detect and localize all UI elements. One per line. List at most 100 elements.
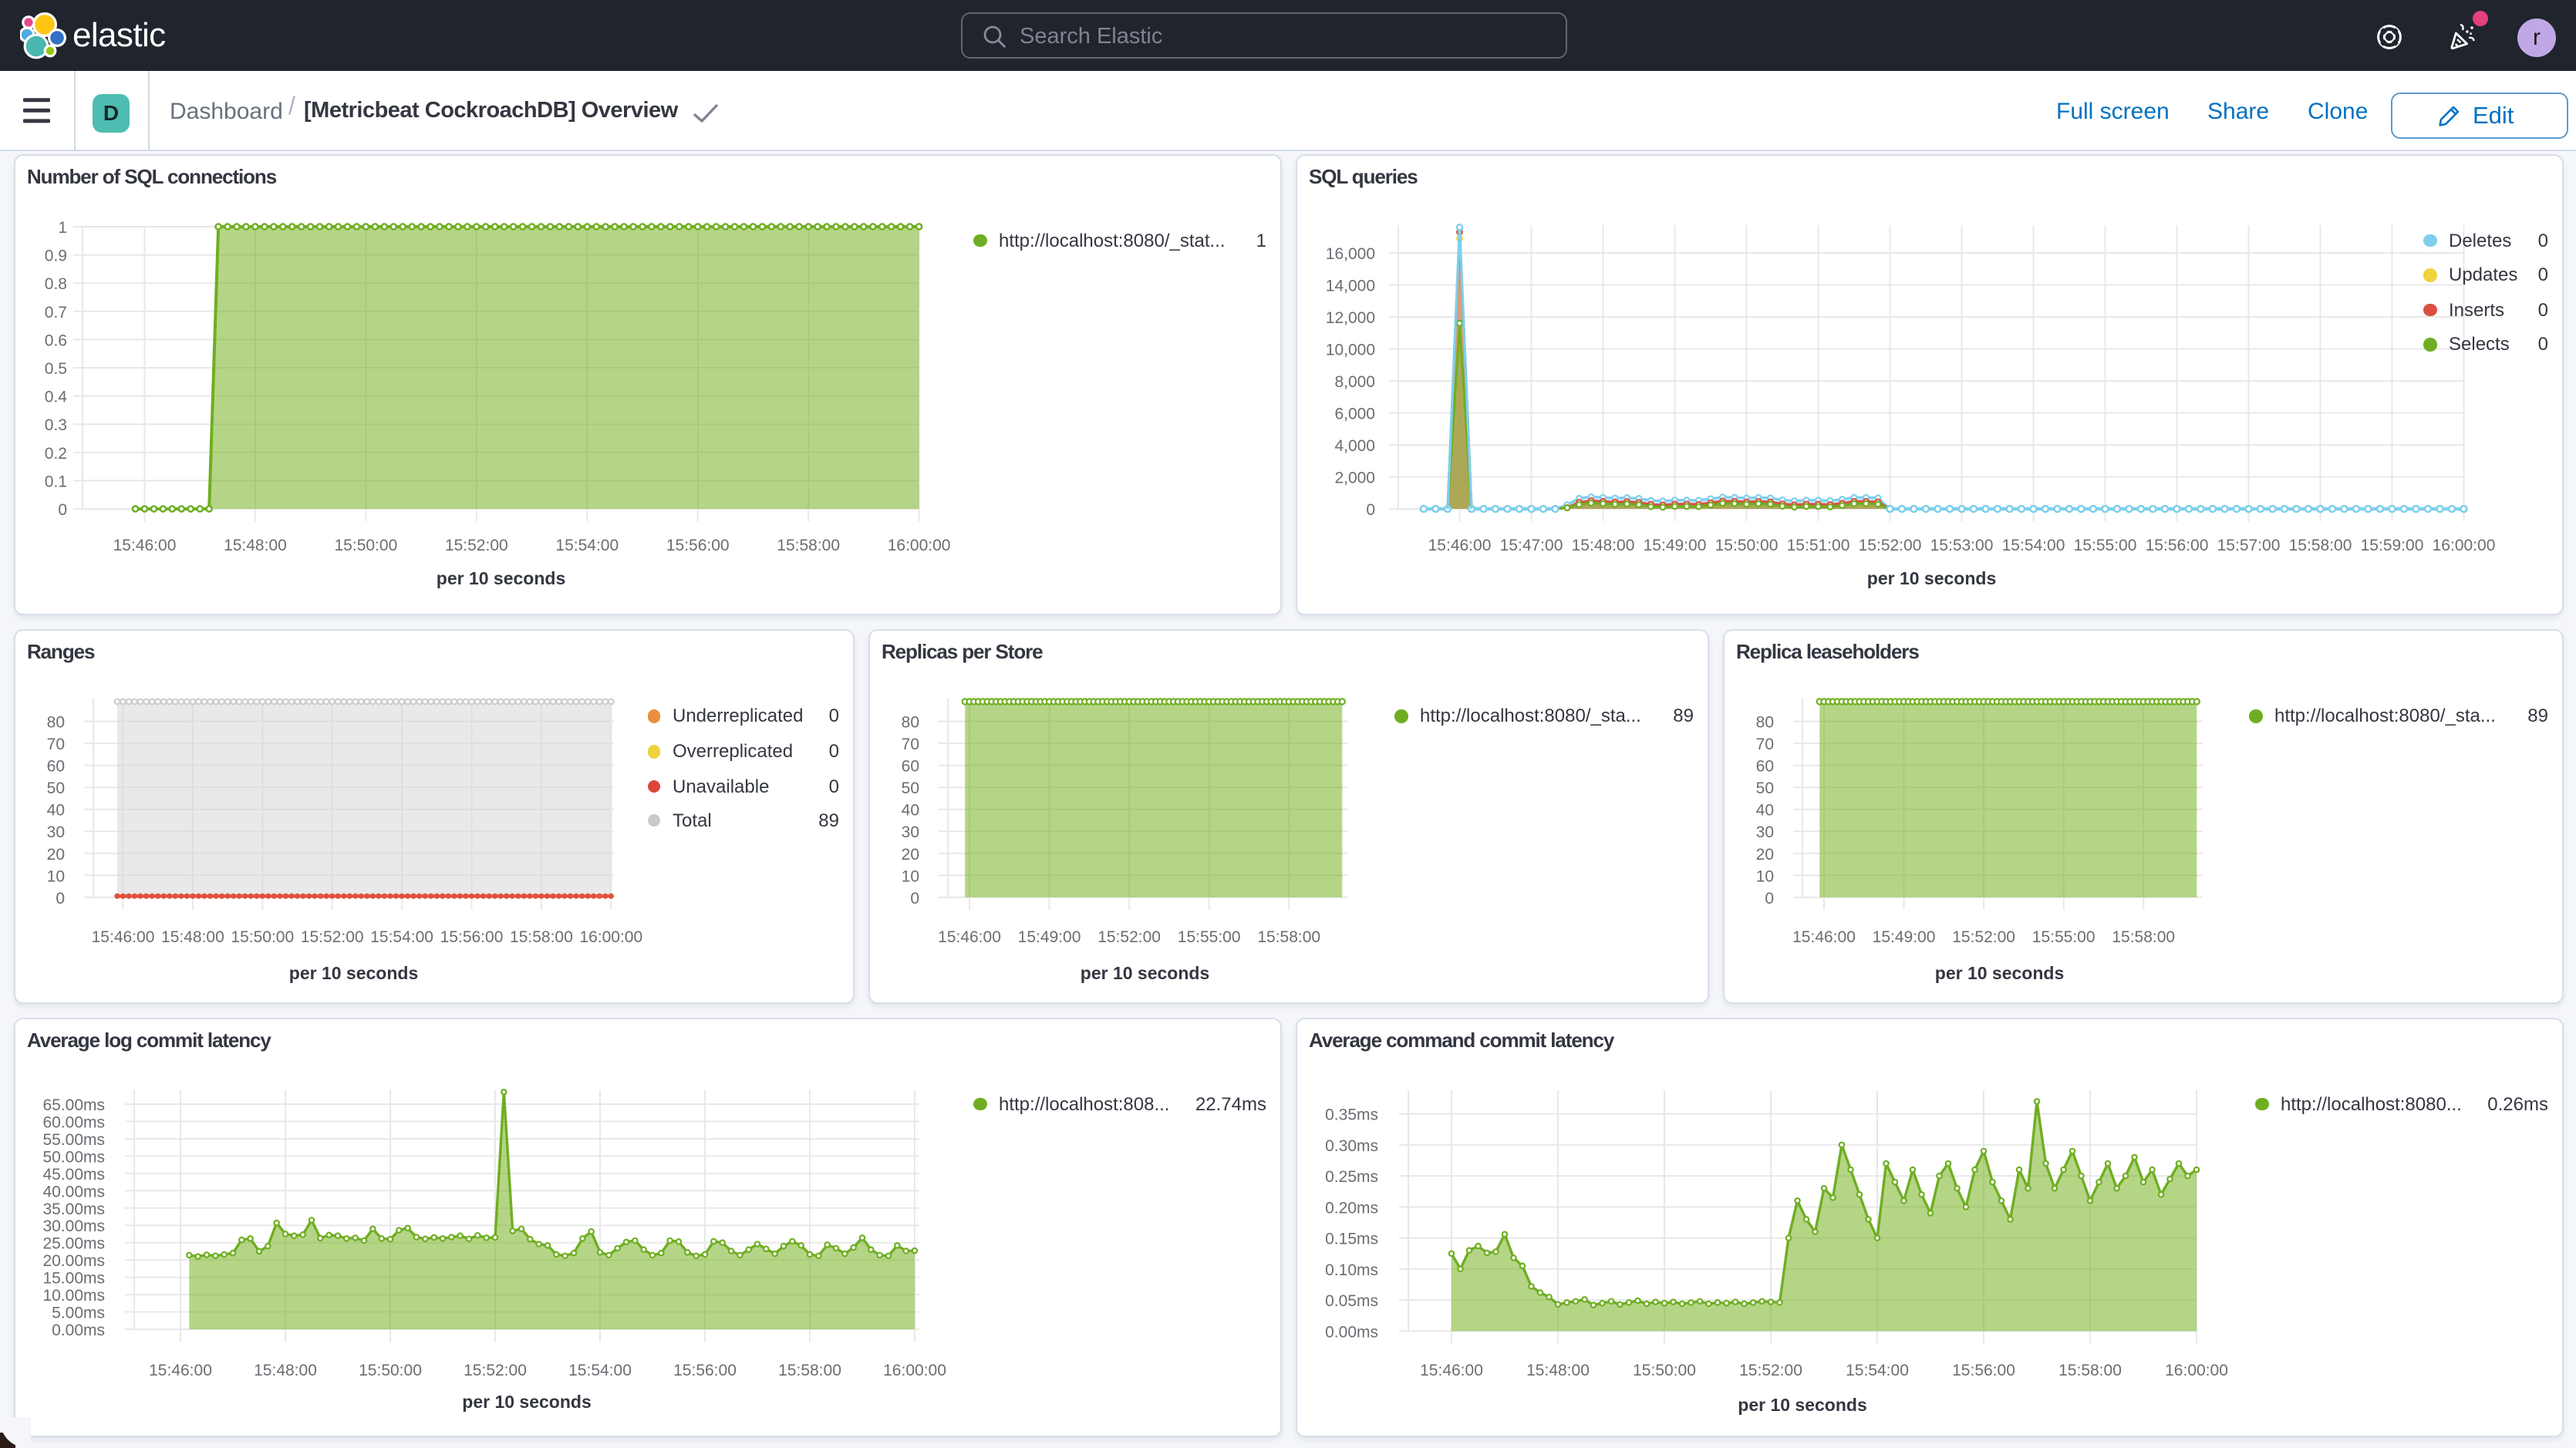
svg-text:15:55:00: 15:55:00 bbox=[2073, 536, 2136, 554]
svg-text:0.7: 0.7 bbox=[44, 303, 66, 321]
svg-text:0: 0 bbox=[1365, 500, 1374, 518]
svg-text:0.2: 0.2 bbox=[44, 444, 66, 462]
svg-text:80: 80 bbox=[901, 713, 919, 731]
svg-text:15:55:00: 15:55:00 bbox=[2031, 928, 2095, 945]
svg-text:15:49:00: 15:49:00 bbox=[1872, 928, 1935, 945]
svg-text:0.3: 0.3 bbox=[44, 416, 66, 433]
svg-text:15:58:00: 15:58:00 bbox=[1256, 928, 1320, 945]
svg-text:0.05ms: 0.05ms bbox=[1324, 1291, 1377, 1309]
svg-text:40: 40 bbox=[1755, 801, 1773, 819]
svg-text:15:48:00: 15:48:00 bbox=[253, 1361, 316, 1379]
svg-text:20.00ms: 20.00ms bbox=[42, 1251, 104, 1269]
svg-text:15:50:00: 15:50:00 bbox=[1632, 1361, 1695, 1379]
svg-text:15:46:00: 15:46:00 bbox=[937, 928, 1000, 945]
svg-text:2,000: 2,000 bbox=[1334, 469, 1374, 487]
svg-text:14,000: 14,000 bbox=[1325, 277, 1374, 295]
svg-text:80: 80 bbox=[1755, 713, 1773, 731]
svg-text:15:46:00: 15:46:00 bbox=[1419, 1361, 1482, 1379]
svg-text:15:58:00: 15:58:00 bbox=[2111, 928, 2174, 945]
svg-text:per 10 seconds: per 10 seconds bbox=[1934, 962, 2063, 982]
svg-text:per 10 seconds: per 10 seconds bbox=[436, 567, 565, 588]
svg-text:20: 20 bbox=[46, 845, 64, 863]
svg-text:10: 10 bbox=[46, 867, 64, 884]
svg-text:0.15ms: 0.15ms bbox=[1324, 1230, 1377, 1248]
svg-text:15:51:00: 15:51:00 bbox=[1786, 536, 1849, 554]
svg-text:10: 10 bbox=[901, 867, 919, 884]
svg-text:5.00ms: 5.00ms bbox=[51, 1304, 104, 1322]
svg-text:10,000: 10,000 bbox=[1325, 341, 1374, 359]
svg-text:16:00:00: 16:00:00 bbox=[887, 536, 950, 554]
svg-text:15:46:00: 15:46:00 bbox=[1428, 536, 1491, 554]
svg-text:15:49:00: 15:49:00 bbox=[1643, 536, 1706, 554]
svg-text:70: 70 bbox=[901, 735, 919, 753]
svg-text:15:52:00: 15:52:00 bbox=[300, 928, 363, 945]
svg-text:0.30ms: 0.30ms bbox=[1324, 1137, 1377, 1154]
svg-text:0.1: 0.1 bbox=[44, 472, 66, 490]
svg-text:15:56:00: 15:56:00 bbox=[2145, 536, 2208, 554]
svg-text:30: 30 bbox=[46, 823, 64, 840]
svg-text:15:59:00: 15:59:00 bbox=[2360, 536, 2423, 554]
svg-text:70: 70 bbox=[1755, 735, 1773, 753]
svg-text:35.00ms: 35.00ms bbox=[42, 1200, 104, 1217]
svg-text:16,000: 16,000 bbox=[1325, 244, 1374, 262]
svg-text:15:49:00: 15:49:00 bbox=[1017, 928, 1081, 945]
svg-text:20: 20 bbox=[901, 845, 919, 863]
svg-text:15:53:00: 15:53:00 bbox=[1930, 536, 1993, 554]
svg-text:per 10 seconds: per 10 seconds bbox=[288, 962, 417, 982]
svg-text:15:56:00: 15:56:00 bbox=[1951, 1361, 2015, 1379]
svg-text:0.35ms: 0.35ms bbox=[1324, 1106, 1377, 1123]
svg-text:15:56:00: 15:56:00 bbox=[666, 536, 729, 554]
svg-text:45.00ms: 45.00ms bbox=[42, 1165, 104, 1183]
svg-text:15:58:00: 15:58:00 bbox=[2288, 536, 2352, 554]
svg-text:15:50:00: 15:50:00 bbox=[230, 928, 293, 945]
svg-text:55.00ms: 55.00ms bbox=[42, 1130, 104, 1148]
svg-text:50.00ms: 50.00ms bbox=[42, 1147, 104, 1165]
svg-text:70: 70 bbox=[46, 735, 64, 753]
svg-text:15:52:00: 15:52:00 bbox=[1951, 928, 2015, 945]
svg-text:30: 30 bbox=[901, 823, 919, 840]
svg-text:0.9: 0.9 bbox=[44, 247, 66, 264]
svg-text:per 10 seconds: per 10 seconds bbox=[461, 1391, 590, 1411]
svg-text:0.4: 0.4 bbox=[44, 388, 67, 406]
svg-text:12,000: 12,000 bbox=[1325, 308, 1374, 326]
svg-text:50: 50 bbox=[1755, 779, 1773, 796]
svg-text:16:00:00: 16:00:00 bbox=[2432, 536, 2495, 554]
svg-text:15:54:00: 15:54:00 bbox=[1845, 1361, 1908, 1379]
svg-text:0: 0 bbox=[909, 889, 919, 907]
svg-text:15:46:00: 15:46:00 bbox=[1792, 928, 1855, 945]
svg-text:15:54:00: 15:54:00 bbox=[369, 928, 433, 945]
svg-text:15:50:00: 15:50:00 bbox=[358, 1361, 421, 1379]
svg-text:15:52:00: 15:52:00 bbox=[1097, 928, 1160, 945]
svg-text:80: 80 bbox=[46, 713, 64, 731]
svg-text:10.00ms: 10.00ms bbox=[42, 1286, 104, 1304]
svg-text:15.00ms: 15.00ms bbox=[42, 1269, 104, 1287]
svg-text:0.25ms: 0.25ms bbox=[1324, 1167, 1377, 1185]
svg-text:40.00ms: 40.00ms bbox=[42, 1182, 104, 1200]
svg-text:per 10 seconds: per 10 seconds bbox=[1080, 962, 1209, 982]
svg-text:0.6: 0.6 bbox=[44, 331, 66, 349]
svg-text:30.00ms: 30.00ms bbox=[42, 1217, 104, 1234]
svg-text:15:50:00: 15:50:00 bbox=[334, 536, 397, 554]
svg-text:15:56:00: 15:56:00 bbox=[673, 1361, 736, 1379]
svg-text:15:52:00: 15:52:00 bbox=[444, 536, 507, 554]
svg-text:15:58:00: 15:58:00 bbox=[509, 928, 572, 945]
svg-text:15:57:00: 15:57:00 bbox=[2217, 536, 2280, 554]
svg-text:15:54:00: 15:54:00 bbox=[568, 1361, 631, 1379]
svg-text:0.8: 0.8 bbox=[44, 274, 66, 292]
svg-text:15:58:00: 15:58:00 bbox=[776, 536, 839, 554]
svg-text:15:48:00: 15:48:00 bbox=[160, 928, 224, 945]
svg-text:15:58:00: 15:58:00 bbox=[2058, 1361, 2121, 1379]
svg-text:15:54:00: 15:54:00 bbox=[555, 536, 618, 554]
svg-text:15:56:00: 15:56:00 bbox=[440, 928, 503, 945]
svg-text:30: 30 bbox=[1755, 823, 1773, 840]
svg-text:16:00:00: 16:00:00 bbox=[578, 928, 642, 945]
svg-text:40: 40 bbox=[901, 801, 919, 819]
svg-text:0: 0 bbox=[55, 889, 64, 907]
svg-text:6,000: 6,000 bbox=[1334, 405, 1374, 423]
svg-text:16:00:00: 16:00:00 bbox=[2164, 1361, 2227, 1379]
svg-text:15:55:00: 15:55:00 bbox=[1177, 928, 1240, 945]
svg-text:15:46:00: 15:46:00 bbox=[148, 1361, 211, 1379]
svg-text:15:52:00: 15:52:00 bbox=[463, 1361, 526, 1379]
svg-text:15:52:00: 15:52:00 bbox=[1738, 1361, 1802, 1379]
svg-text:60: 60 bbox=[1755, 757, 1773, 775]
